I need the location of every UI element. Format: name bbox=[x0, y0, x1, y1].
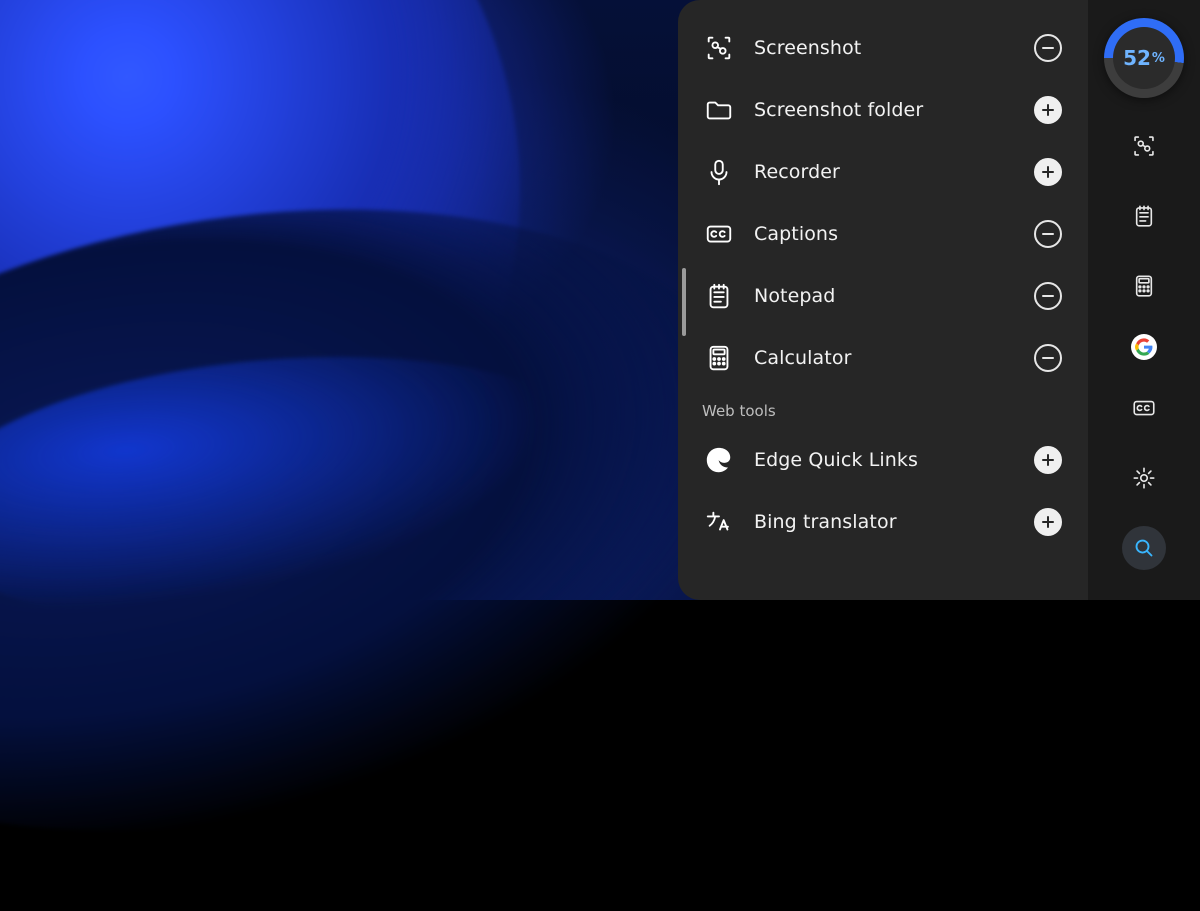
tool-row-screenshot-folder[interactable]: Screenshot folder bbox=[698, 84, 1068, 136]
screenshot-icon bbox=[702, 31, 736, 65]
folder-icon bbox=[702, 93, 736, 127]
tool-row-recorder[interactable]: Recorder bbox=[698, 146, 1068, 198]
section-header-web-tools: Web tools bbox=[698, 394, 1068, 424]
sidebar: 52% bbox=[1088, 0, 1200, 600]
search-icon[interactable] bbox=[1122, 526, 1166, 570]
remove-button[interactable] bbox=[1034, 344, 1062, 372]
add-button[interactable] bbox=[1034, 508, 1062, 536]
calculator-icon[interactable] bbox=[1122, 264, 1166, 308]
screenshot-icon[interactable] bbox=[1122, 124, 1166, 168]
progress-unit: % bbox=[1152, 51, 1165, 66]
performance-ring[interactable]: 52% bbox=[1104, 18, 1184, 98]
add-button[interactable] bbox=[1034, 158, 1062, 186]
tool-label: Edge Quick Links bbox=[754, 449, 1016, 471]
gear-icon[interactable] bbox=[1122, 456, 1166, 500]
scrollbar-thumb[interactable] bbox=[682, 268, 686, 336]
performance-value: 52% bbox=[1113, 27, 1175, 89]
remove-button[interactable] bbox=[1034, 282, 1062, 310]
tool-label: Captions bbox=[754, 223, 1016, 245]
tool-label: Recorder bbox=[754, 161, 1016, 183]
tool-label: Screenshot bbox=[754, 37, 1016, 59]
calculator-icon bbox=[702, 341, 736, 375]
tool-row-notepad[interactable]: Notepad bbox=[698, 270, 1068, 322]
captions-icon bbox=[702, 217, 736, 251]
edge-icon bbox=[702, 443, 736, 477]
notepad-icon[interactable] bbox=[1122, 194, 1166, 238]
google-icon[interactable] bbox=[1131, 334, 1157, 360]
microphone-icon bbox=[702, 155, 736, 189]
tool-label: Screenshot folder bbox=[754, 99, 1016, 121]
tool-label: Notepad bbox=[754, 285, 1016, 307]
notepad-icon bbox=[702, 279, 736, 313]
tools-panel: Screenshot Screenshot folder Recorder bbox=[678, 0, 1088, 600]
captions-icon[interactable] bbox=[1122, 386, 1166, 430]
remove-button[interactable] bbox=[1034, 34, 1062, 62]
add-button[interactable] bbox=[1034, 446, 1062, 474]
tool-row-calculator[interactable]: Calculator bbox=[698, 332, 1068, 384]
progress-number: 52 bbox=[1123, 46, 1151, 70]
tool-label: Bing translator bbox=[754, 511, 1016, 533]
add-button[interactable] bbox=[1034, 96, 1062, 124]
remove-button[interactable] bbox=[1034, 220, 1062, 248]
tool-row-captions[interactable]: Captions bbox=[698, 208, 1068, 260]
tool-row-edge-quick-links[interactable]: Edge Quick Links bbox=[698, 434, 1068, 486]
tool-row-bing-translator[interactable]: Bing translator bbox=[698, 496, 1068, 548]
tool-row-screenshot[interactable]: Screenshot bbox=[698, 22, 1068, 74]
tool-label: Calculator bbox=[754, 347, 1016, 369]
translate-icon bbox=[702, 505, 736, 539]
